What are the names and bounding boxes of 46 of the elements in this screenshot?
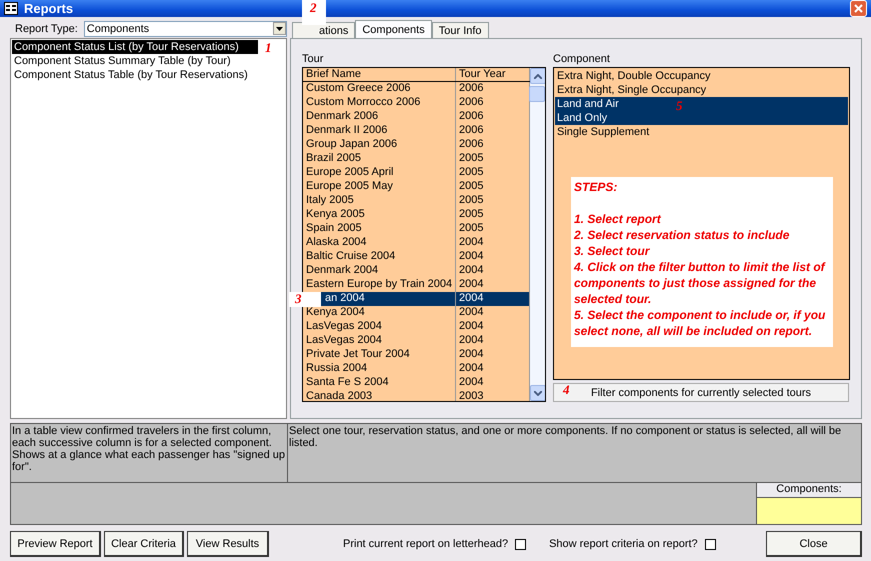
step-number: 4 [563,383,570,397]
checkbox[interactable] [704,538,716,550]
components-field[interactable] [757,498,861,524]
action-button[interactable]: Clear Criteria [104,531,184,557]
report-description: In a table view confirmed travelers in the first column, each successive column is for a selected component. Shows at a glance what each passenger has "signed up for". [11,424,288,482]
close-icon[interactable] [850,0,867,17]
step-text: 4. Click on the filter button to limit the list of components to just those assigned for the selected tour. [574,259,826,307]
caret-icon [276,26,283,30]
step-number: 1 [265,41,272,55]
report-item[interactable]: Component Status Summary Table (by Tour) [12,54,285,68]
tab[interactable]: ations [292,22,356,38]
form-icon [4,2,18,15]
window-title: Reports [24,1,74,16]
tab[interactable]: Components [355,20,432,38]
action-button[interactable]: View Results [187,531,269,557]
scrollbar[interactable] [530,68,545,401]
scroll-thumb[interactable] [529,86,545,102]
step-number: 5 [676,99,682,113]
component-item[interactable]: Single Supplement [555,125,848,139]
close-button[interactable]: Close [766,531,862,557]
report-type-label: Report Type: [15,22,78,34]
step-text: 1. Select report [574,211,662,227]
components-label: Components: [757,483,861,498]
step-number: 2 [302,0,326,25]
component-item[interactable]: Land Only [555,111,848,125]
step-text: 5. Select the component to include or, if you select none, all will be included on report. [574,307,826,339]
action-button[interactable]: Preview Report [10,531,101,557]
checkbox[interactable] [515,538,526,550]
component-item[interactable]: Extra Night, Double Occupancy [555,69,848,83]
report-item[interactable]: Component Status Table (by Tour Reservations) [12,68,285,82]
step-number-tooltip: 3 [289,292,321,307]
column-header: Brief Name [303,68,456,81]
scroll-down-icon [534,390,542,396]
criteria-description: Select one tour, reservation status, and one or more components. If no component or status is selected, all will be listed. [288,424,842,451]
option-label: Print current report on letterhead? [343,538,508,550]
report-type-dropdown[interactable]: Components [84,20,287,36]
component-item[interactable]: Extra Night, Single Occupancy [555,83,848,97]
report-item[interactable]: Component Status List (by Tour Reservations) [12,40,258,54]
option-label: Show report criteria on report? [549,538,698,550]
step-text: 2. Select reservation status to include [574,227,790,243]
tour-label: Tour [302,53,324,66]
tab[interactable]: Tour Info [432,22,489,38]
scroll-up-icon [534,74,542,78]
step-text: STEPS: [574,179,618,195]
step-text: 3. Select tour [574,243,651,259]
component-label: Component [553,53,611,66]
